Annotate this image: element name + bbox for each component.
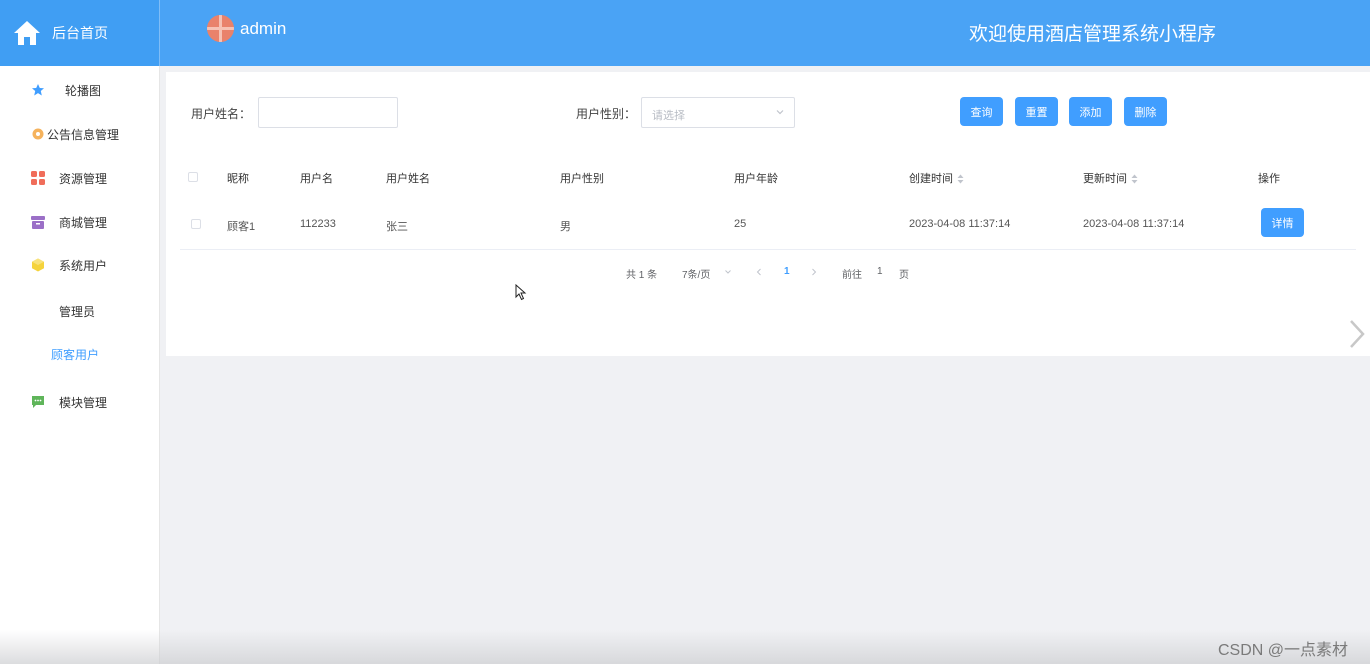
- admin-username[interactable]: admin: [240, 19, 286, 39]
- sidebar-item-system-users[interactable]: 系统用户: [0, 250, 159, 280]
- chevron-down-icon[interactable]: [724, 268, 732, 276]
- current-page-number[interactable]: 1: [784, 266, 790, 277]
- pagination-total: 共 1 条: [626, 270, 658, 281]
- avatar[interactable]: [207, 15, 234, 42]
- detail-button[interactable]: 详情: [1261, 208, 1304, 237]
- row-checkbox[interactable]: [191, 219, 201, 229]
- avatar-icon: [207, 15, 234, 42]
- column-header-gender: 用户性别: [560, 173, 604, 185]
- home-label: 后台首页: [52, 25, 108, 41]
- system-title: 欢迎使用酒店管理系统小程序: [969, 24, 1217, 45]
- page-size-select[interactable]: 7条/页: [682, 266, 710, 281]
- grid-icon: [31, 171, 45, 185]
- delete-button[interactable]: 删除: [1124, 97, 1167, 126]
- cell-nickname: 顾客1: [227, 221, 256, 233]
- sidebar-item-label: 资源管理: [59, 171, 108, 186]
- cell-username: 112233: [300, 218, 336, 230]
- sidebar-item-carousel[interactable]: 轮播图: [0, 75, 159, 105]
- cell-gender: 男: [560, 221, 571, 233]
- watermark: CSDN @一点素材: [1218, 642, 1349, 659]
- box-icon: [31, 215, 45, 229]
- chevron-right-icon[interactable]: [1348, 318, 1366, 350]
- name-filter-label: 用户姓名：: [191, 107, 252, 121]
- gender-select-placeholder: 请选择: [652, 110, 685, 122]
- sidebar-item-mall[interactable]: 商城管理: [0, 207, 159, 237]
- sidebar: 轮播图 公告信息管理 资源管理 商城管理 系统用户 管理员 顾客用户 模块管理: [0, 66, 160, 664]
- select-all-checkbox[interactable]: [188, 172, 198, 182]
- query-button[interactable]: 查询: [960, 97, 1003, 126]
- sidebar-item-modules[interactable]: 模块管理: [0, 387, 159, 417]
- chevron-down-icon: [776, 110, 784, 115]
- mouse-cursor-icon: [515, 284, 527, 301]
- cell-created: 2023-04-08 11:37:14: [909, 218, 1011, 230]
- sort-icon[interactable]: [1131, 174, 1138, 184]
- top-header: 后台首页 admin 欢迎使用酒店管理系统小程序: [0, 0, 1370, 66]
- sidebar-item-label: 商城管理: [59, 215, 108, 230]
- sidebar-item-label: 模块管理: [59, 395, 108, 410]
- reset-button[interactable]: 重置: [1015, 97, 1058, 126]
- sort-icon[interactable]: [957, 174, 964, 184]
- cube-icon: [31, 258, 45, 272]
- sidebar-item-announcements[interactable]: 公告信息管理: [0, 119, 159, 149]
- name-filter-input[interactable]: [258, 97, 398, 128]
- column-header-action: 操作: [1258, 173, 1280, 185]
- gender-filter-label: 用户性别：: [576, 107, 637, 121]
- prev-page-icon[interactable]: [755, 268, 763, 276]
- row-divider: [180, 249, 1356, 250]
- column-header-created[interactable]: 创建时间: [909, 170, 964, 186]
- chat-icon: [31, 395, 45, 409]
- goto-label: 前往: [842, 270, 862, 281]
- gender-filter-select[interactable]: 请选择: [641, 97, 795, 128]
- sidebar-item-label: 轮播图: [65, 83, 102, 98]
- gear-icon: [31, 127, 45, 141]
- bottom-shadow: [0, 630, 1370, 664]
- column-header-realname: 用户姓名: [386, 173, 430, 185]
- sidebar-subitem-admin[interactable]: 管理员: [59, 303, 95, 320]
- cell-updated: 2023-04-08 11:37:14: [1083, 218, 1185, 230]
- column-header-username: 用户名: [300, 173, 333, 185]
- star-icon: [31, 83, 45, 97]
- page-suffix-label: 页: [899, 270, 909, 281]
- column-header-nickname: 昵称: [227, 173, 249, 185]
- sidebar-subitem-customers[interactable]: 顾客用户: [51, 346, 99, 363]
- cell-age: 25: [734, 218, 747, 230]
- column-header-updated-label: 更新时间: [1083, 173, 1127, 185]
- goto-page-input[interactable]: 1: [877, 266, 883, 277]
- column-header-updated[interactable]: 更新时间: [1083, 170, 1138, 186]
- sidebar-item-label: 公告信息管理: [47, 127, 120, 142]
- main-panel: 用户姓名： 用户性别： 请选择 查询 重置 添加 删除 昵称 用户名 用户姓名 …: [166, 72, 1370, 356]
- home-icon: [14, 21, 40, 45]
- next-page-icon[interactable]: [810, 268, 818, 276]
- cell-realname: 张三: [386, 221, 408, 233]
- column-header-age: 用户年龄: [734, 173, 778, 185]
- sidebar-item-label: 系统用户: [59, 258, 108, 273]
- sidebar-item-resources[interactable]: 资源管理: [0, 163, 159, 193]
- column-header-created-label: 创建时间: [909, 173, 953, 185]
- add-button[interactable]: 添加: [1069, 97, 1112, 126]
- home-link[interactable]: 后台首页: [0, 0, 160, 66]
